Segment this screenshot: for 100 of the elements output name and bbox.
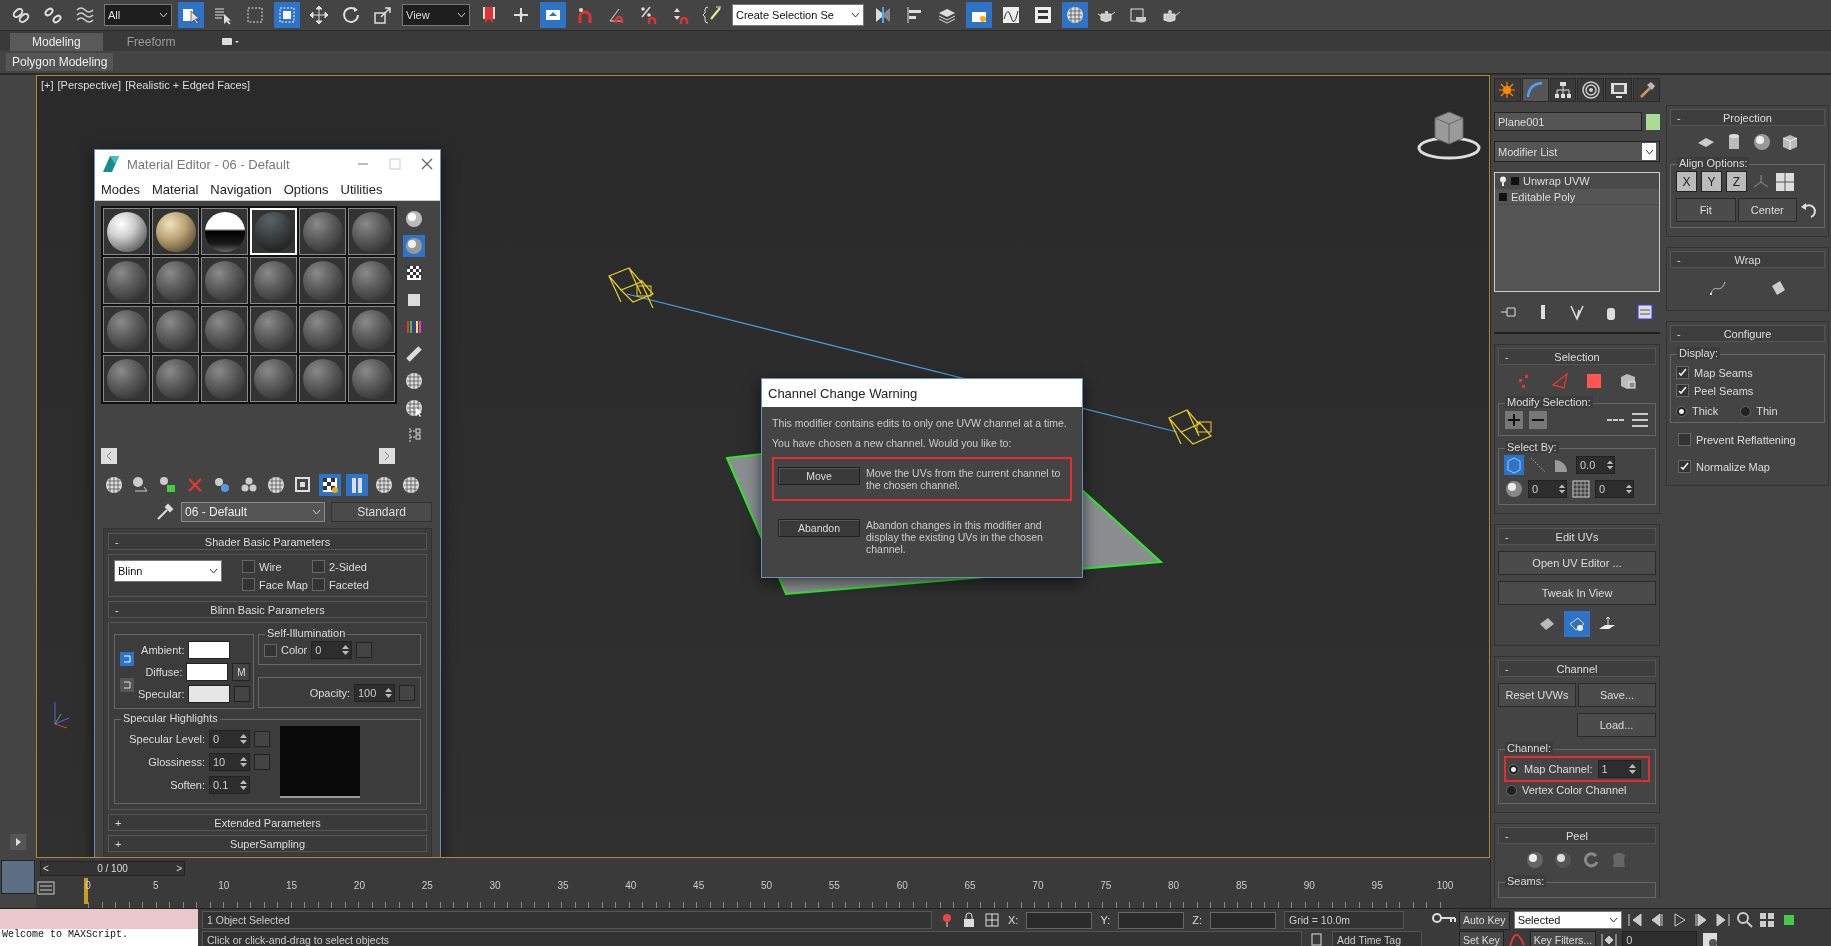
rollout-header[interactable]: + SuperSampling <box>108 835 427 852</box>
set-key-button[interactable]: Set Key <box>1459 930 1504 946</box>
rollout-header[interactable]: - Peel <box>1498 827 1656 844</box>
frame-number: 75 <box>1100 880 1112 891</box>
dialog-title: Channel Change Warning <box>768 385 918 401</box>
color-label: Specular: <box>138 688 185 700</box>
checkbox-label: Faceted <box>329 578 369 591</box>
panel-button[interactable]: Fit <box>1676 198 1736 222</box>
material-type-button[interactable]: Standard <box>331 502 432 522</box>
ribbon-panel-label[interactable]: Polygon Modeling <box>6 53 114 71</box>
radio-label: Vertex Color Channel <box>1522 784 1627 796</box>
menu-item[interactable]: Navigation <box>210 181 272 197</box>
time-tag-field[interactable]: Add Time Tag <box>1332 931 1422 946</box>
frame-number: 50 <box>760 880 773 891</box>
grid-size: Grid = 10.0m <box>1284 911 1404 929</box>
frame-number: 100 <box>1436 880 1454 891</box>
spinner-field[interactable]: 0.1 <box>209 776 250 794</box>
time-slider[interactable]: < 0 / 100 > <box>40 860 185 876</box>
panel-button[interactable]: Reset UVWs <box>1498 683 1576 707</box>
frame-number: 45 <box>693 880 705 891</box>
group-label: Seams: <box>1505 875 1547 887</box>
spinner-field[interactable]: 0 <box>1528 480 1567 498</box>
frame-field[interactable]: 0 <box>1622 931 1698 946</box>
checkbox-label: Prevent Reflattening <box>1696 433 1796 446</box>
spinner-field[interactable]: 0 <box>1595 480 1634 498</box>
frame-number: 70 <box>1032 880 1044 891</box>
frame-number: 5 <box>153 880 159 891</box>
color-label: Ambient: <box>141 644 185 656</box>
key-mode-dropdown[interactable]: Selected <box>1513 911 1622 929</box>
field-label: Glossiness: <box>148 756 205 768</box>
spinner-field[interactable]: 0.0 <box>1576 456 1615 474</box>
toolbar-dropdown[interactable]: View <box>402 4 470 26</box>
axis-button[interactable]: Z <box>1726 171 1747 192</box>
rollout-header[interactable]: - Shader Basic Parameters <box>108 533 427 550</box>
axis-button[interactable]: X <box>1676 171 1697 192</box>
rollout-header[interactable]: - Channel <box>1498 660 1656 677</box>
group-label: Display: <box>1677 347 1721 359</box>
frame-number: 10 <box>218 880 230 891</box>
rollout-header[interactable]: + Extended Parameters <box>108 814 427 831</box>
opacity-label: Opacity: <box>309 687 350 699</box>
toolbar-dropdown[interactable]: Create Selection Se <box>732 4 864 26</box>
dialog-button[interactable]: Move <box>778 467 860 485</box>
modifier-list-dropdown[interactable]: Modifier List <box>1494 141 1660 162</box>
shader-dropdown[interactable]: Blinn <box>114 560 222 582</box>
dialog-button[interactable]: Abandon <box>778 519 860 537</box>
rollout-header[interactable]: - Wrap <box>1670 251 1825 268</box>
selection-status: 1 Object Selected <box>202 911 932 929</box>
object-name-field[interactable]: Plane001 <box>1494 112 1642 131</box>
auto-key-button[interactable]: Auto Key <box>1459 910 1510 930</box>
spinner-field[interactable]: 0 <box>311 641 353 659</box>
option-description: Move the UVs from the current channel to the chosen channel. <box>866 467 1062 491</box>
panel-button[interactable]: Tweak In View <box>1498 581 1656 605</box>
frame-number: 90 <box>1303 880 1315 891</box>
viewport-label[interactable]: [Realistic + Edged Faces] <box>125 79 251 91</box>
panel-button[interactable]: Load... <box>1577 713 1656 737</box>
menu-item[interactable]: Options <box>283 181 329 197</box>
viewport-label[interactable]: [+] <box>41 79 54 91</box>
checkbox-label: Color <box>281 644 308 656</box>
frame-number: 20 <box>353 880 365 891</box>
stack-item[interactable]: Editable Poly <box>1495 189 1659 205</box>
material-name-field[interactable]: 06 - Default <box>181 502 325 522</box>
panel-button[interactable]: Center <box>1737 198 1797 222</box>
ribbon-tab[interactable]: Modeling <box>10 33 103 51</box>
frame-number: 0 <box>85 880 91 891</box>
option-description: Abandon changes in this modifier and display the existing UVs in the chosen channel. <box>866 519 1044 555</box>
coordinate-label: Z: <box>1192 914 1202 926</box>
frame-number: 80 <box>1168 880 1180 891</box>
panel-button[interactable]: Open UV Editor ... <box>1498 551 1656 575</box>
listener-output: Welcome to MAXScript. <box>0 929 198 946</box>
ribbon-tab[interactable]: Freeform <box>104 33 198 51</box>
spinner-field[interactable]: 10 <box>209 753 250 771</box>
key-filters-button[interactable]: Key Filters... <box>1529 930 1597 946</box>
spinner-field[interactable]: 1 <box>1597 760 1641 778</box>
checkbox-label: Normalize Map <box>1696 460 1770 473</box>
rollout-header[interactable]: - Projection <box>1670 109 1825 126</box>
spinner-field[interactable]: 0 <box>209 730 250 748</box>
frame-number: 55 <box>828 880 840 891</box>
menu-item[interactable]: Modes <box>101 181 141 197</box>
group-label: Channel: <box>1505 742 1554 754</box>
dialog-message: This modifier contains edits to only one UVW channel at a time. <box>772 417 1068 429</box>
radio-label: Thin <box>1756 405 1778 417</box>
axis-button[interactable]: Y <box>1701 171 1722 192</box>
checkbox-label: Map Seams <box>1694 366 1753 379</box>
radio-label: Thick <box>1692 405 1719 417</box>
menu-item[interactable]: Material <box>152 181 199 197</box>
group-label: Specular Highlights <box>121 712 220 724</box>
stack-item[interactable]: Unwrap UVW <box>1495 173 1659 189</box>
rollout-header[interactable]: - Edit UVs <box>1498 528 1656 545</box>
map-button[interactable]: M <box>232 663 251 681</box>
viewport-label[interactable]: [Perspective] <box>57 79 122 91</box>
frame-number: 40 <box>625 880 637 891</box>
frame-number: 85 <box>1235 880 1247 891</box>
menu-item[interactable]: Utilities <box>340 181 383 197</box>
rollout-header[interactable]: - Selection <box>1498 348 1656 365</box>
spinner-field[interactable]: 100 <box>354 684 395 702</box>
rollout-header[interactable]: - Configure <box>1670 325 1825 342</box>
panel-button[interactable]: Save... <box>1578 683 1656 707</box>
rollout-header[interactable]: - Blinn Basic Parameters <box>108 601 427 618</box>
toolbar-dropdown[interactable]: All <box>104 4 172 26</box>
group-label: Align Options: <box>1677 157 1750 169</box>
